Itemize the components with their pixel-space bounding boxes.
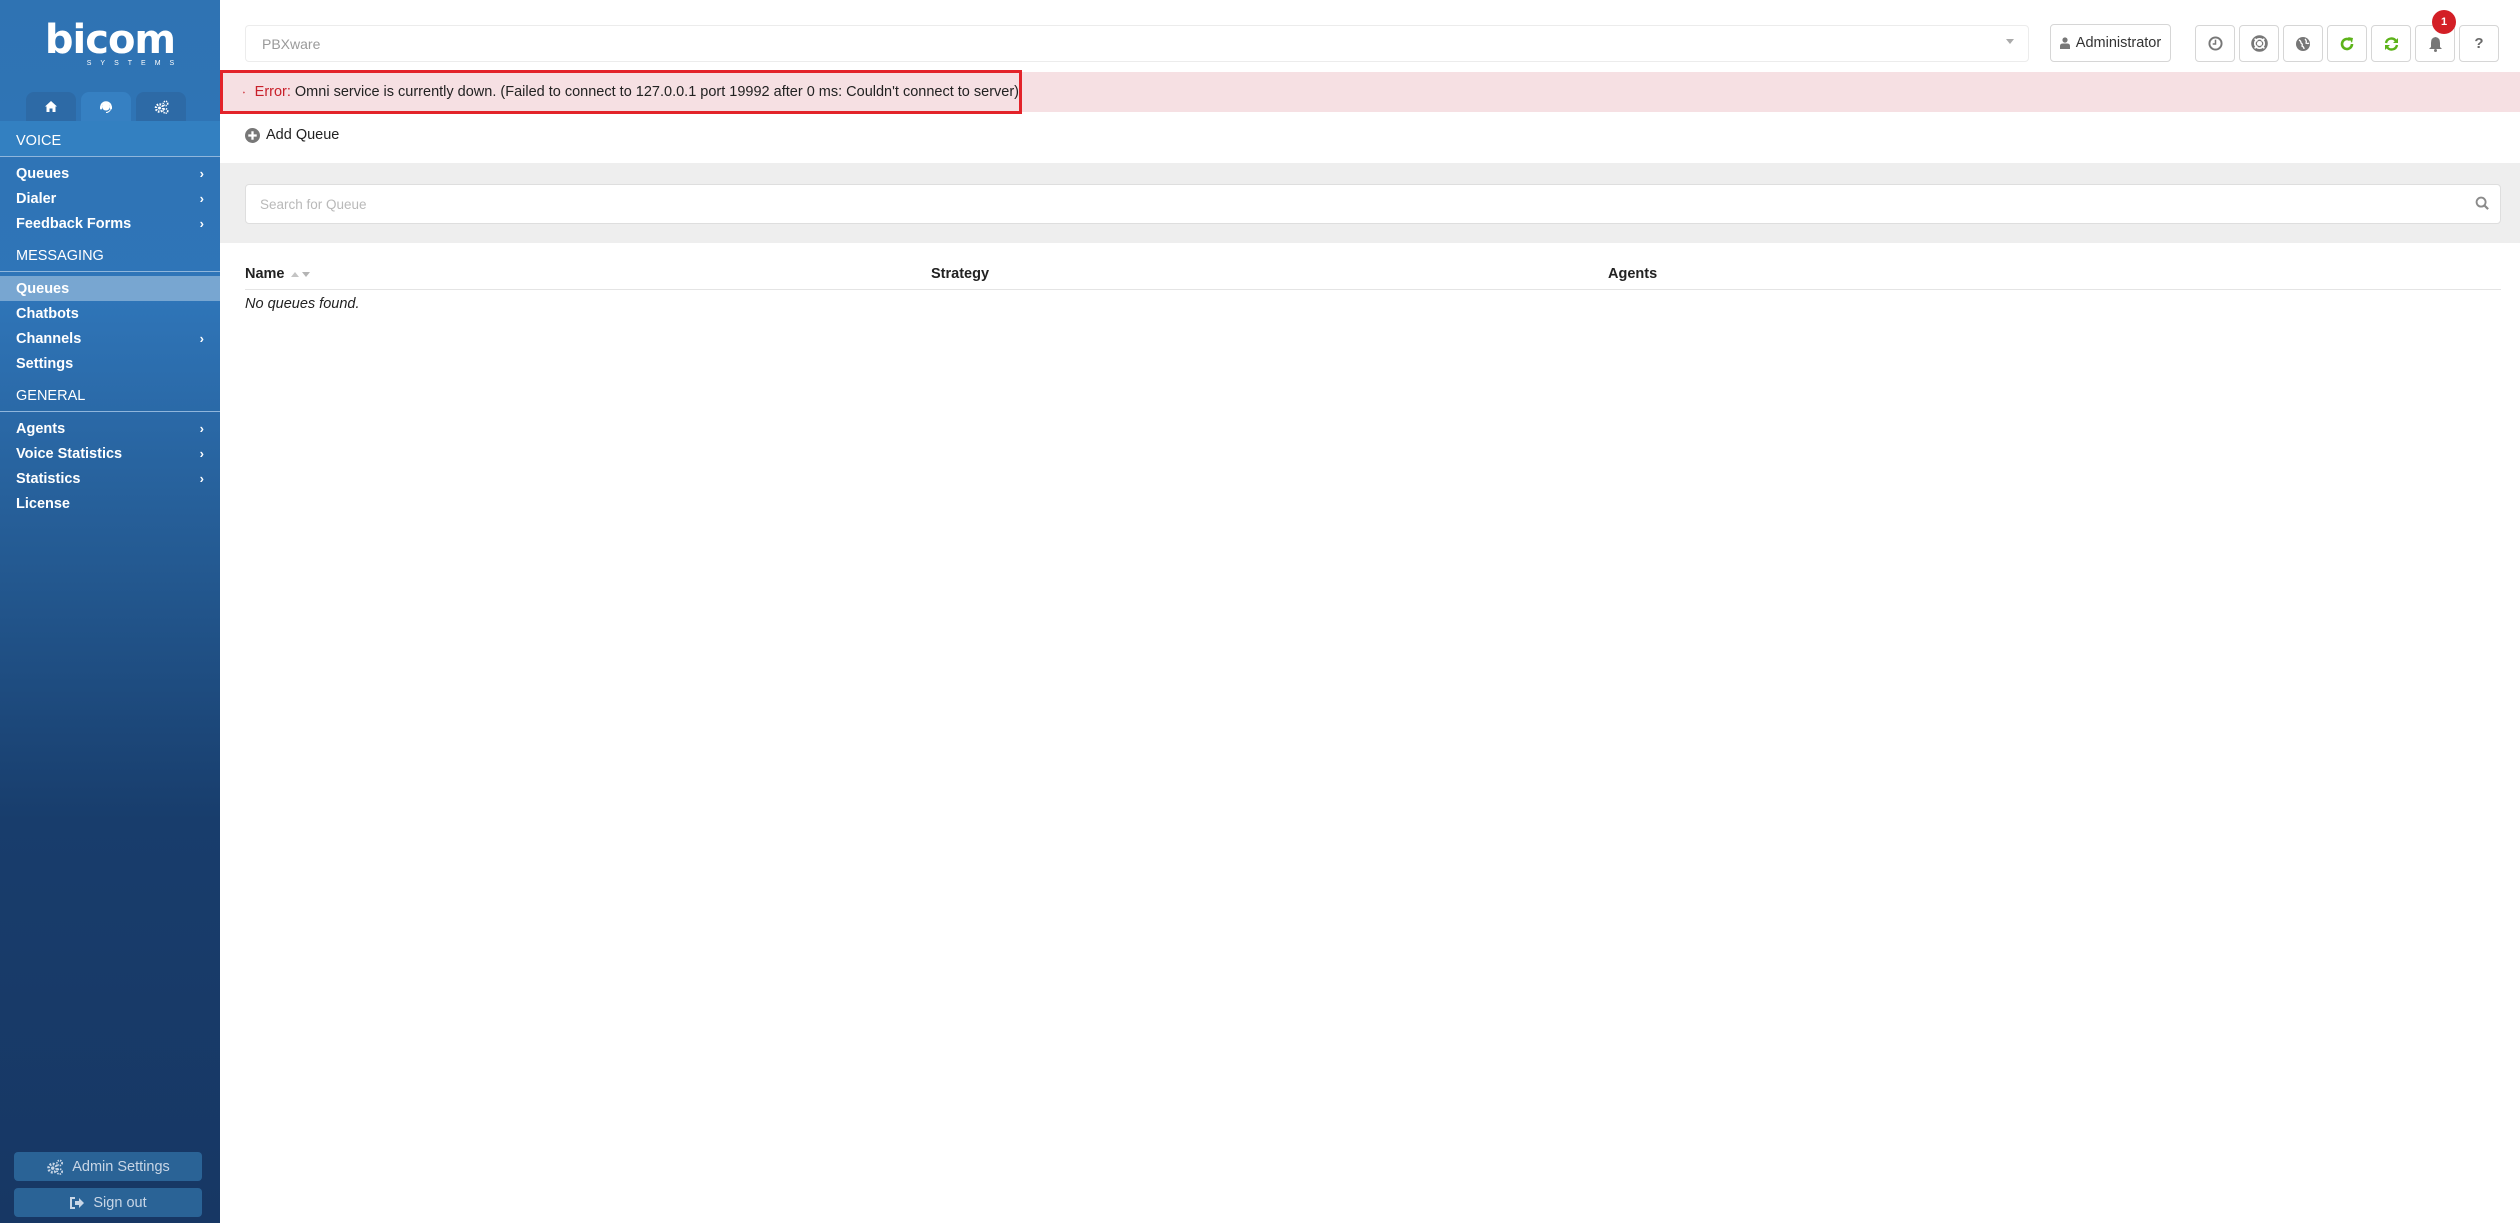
sidebar-item-chatbots[interactable]: Chatbots: [0, 301, 220, 326]
sidebar-item-voice-statistics[interactable]: Voice Statistics ›: [0, 441, 220, 466]
user-menu-button[interactable]: Administrator: [2050, 24, 2171, 62]
history-button[interactable]: [2195, 25, 2235, 62]
sign-out-icon: [70, 1196, 85, 1209]
chevron-right-icon: ›: [199, 471, 204, 486]
exclamation-circle-icon: [243, 91, 245, 93]
column-header-name[interactable]: Name: [245, 266, 310, 282]
queues-table-header: Name Strategy Agents: [245, 262, 2501, 290]
column-header-strategy: Strategy: [931, 266, 990, 282]
lifebuoy-icon: [2250, 35, 2268, 52]
error-label: Error:: [254, 84, 291, 100]
gears-icon: [154, 99, 169, 114]
globe-icon: [2296, 36, 2310, 51]
sidebar-item-feedback-forms[interactable]: Feedback Forms ›: [0, 211, 220, 236]
sidebar-item-messaging-settings[interactable]: Settings: [0, 351, 220, 376]
tab-contact-center[interactable]: [81, 92, 131, 121]
headset-icon: [100, 100, 112, 113]
add-queue-label: Add Queue: [266, 127, 340, 143]
support-button[interactable]: [2239, 25, 2279, 62]
user-icon: [2059, 37, 2070, 49]
sidebar-tabs: [26, 92, 186, 121]
tab-settings[interactable]: [136, 92, 186, 121]
logo-text: bicom: [44, 17, 176, 63]
gears-icon: [47, 1159, 64, 1175]
notification-badge: 1: [2432, 10, 2456, 34]
chevron-right-icon: ›: [199, 191, 204, 206]
sidebar-item-channels[interactable]: Channels ›: [0, 326, 220, 351]
sidebar-item-statistics[interactable]: Statistics ›: [0, 466, 220, 491]
nav-header-general: GENERAL: [0, 376, 220, 412]
reload-button[interactable]: [2327, 25, 2367, 62]
logo-subtext: SYSTEMS: [86, 60, 184, 67]
clock-icon: [2207, 36, 2223, 51]
toolbar-icons: 1 ?: [2195, 10, 2499, 62]
sidebar: bicom SYSTEMS VOICE Queues › Dialer › Feed…: [0, 0, 220, 1223]
column-header-agents: Agents: [1608, 266, 1658, 282]
sidebar-item-messaging-queues[interactable]: Queues: [0, 276, 220, 301]
chevron-right-icon: ›: [199, 331, 204, 346]
home-icon: [45, 101, 57, 112]
server-select-value: PBXware: [262, 35, 321, 52]
help-icon: ?: [2474, 35, 2484, 52]
sidebar-item-voice-queues[interactable]: Queues ›: [0, 161, 220, 186]
sign-out-label: Sign out: [93, 1194, 147, 1211]
chevron-right-icon: ›: [199, 166, 204, 181]
sidebar-item-license[interactable]: License: [0, 491, 220, 516]
sidebar-nav: VOICE Queues › Dialer › Feedback Forms › ME…: [0, 121, 220, 516]
nav-section-voice: VOICE: [0, 121, 220, 157]
nav-header-messaging: MESSAGING: [0, 236, 220, 272]
error-message: Omni service is currently down. (Failed …: [294, 84, 1019, 100]
add-queue-button[interactable]: Add Queue: [245, 124, 339, 146]
server-select[interactable]: PBXware: [245, 25, 2029, 62]
sign-out-button[interactable]: Sign out: [14, 1188, 202, 1217]
reload-icon: [2340, 36, 2354, 50]
empty-table-message: No queues found.: [245, 296, 360, 312]
bicom-logo[interactable]: bicom SYSTEMS: [0, 20, 220, 67]
sync-icon: [2384, 36, 2398, 51]
admin-settings-label: Admin Settings: [72, 1158, 170, 1175]
chevron-right-icon: ›: [199, 216, 204, 231]
tab-home[interactable]: [26, 92, 76, 121]
notifications-button[interactable]: 1: [2415, 10, 2456, 62]
chevron-right-icon: ›: [199, 446, 204, 461]
nav-header-voice: VOICE: [0, 121, 220, 157]
sidebar-item-agents[interactable]: Agents ›: [0, 416, 220, 441]
search-icon[interactable]: [2475, 196, 2490, 211]
admin-settings-button[interactable]: Admin Settings: [14, 1152, 202, 1181]
user-name: Administrator: [2075, 35, 2162, 51]
help-button[interactable]: ?: [2459, 25, 2499, 62]
bell-icon: [2428, 36, 2442, 52]
sidebar-item-dialer[interactable]: Dialer ›: [0, 186, 220, 211]
sync-button[interactable]: [2371, 25, 2411, 62]
search-queue-input[interactable]: [245, 184, 2501, 224]
chevron-right-icon: ›: [199, 421, 204, 436]
sort-icon[interactable]: [290, 271, 310, 277]
error-alert: Error: Omni service is currently down. (…: [220, 70, 1022, 114]
plus-circle-icon: [245, 127, 260, 143]
caret-down-icon: [2006, 39, 2014, 44]
language-button[interactable]: [2283, 25, 2323, 62]
